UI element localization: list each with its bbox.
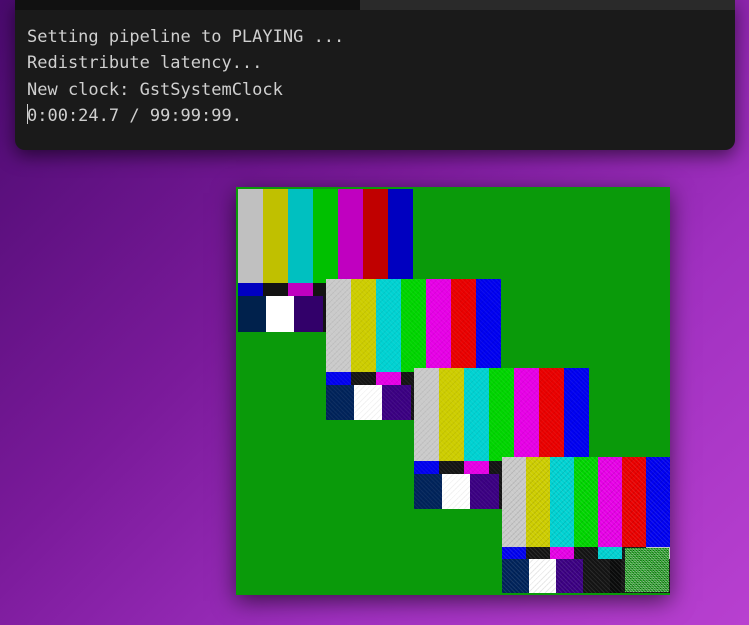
bar-white [414, 368, 439, 461]
bar-cyan [550, 457, 574, 547]
bbar-q [382, 385, 410, 420]
terminal-window[interactable]: Setting pipeline to PLAYING ... Redistri… [15, 0, 735, 150]
mbar-blue [414, 461, 439, 474]
bbar-i [326, 385, 354, 420]
mbar-black [439, 461, 464, 474]
bbar-i [238, 296, 266, 332]
bbar-q [294, 296, 322, 332]
bar-cyan [376, 279, 401, 372]
bar-yellow [526, 457, 550, 547]
mbar-black [263, 283, 288, 296]
bar-blue [476, 279, 501, 372]
terminal-titlebar [15, 0, 735, 10]
bbar-q [470, 474, 498, 509]
bar-yellow [263, 189, 288, 283]
terminal-output: Setting pipeline to PLAYING ... Redistri… [15, 10, 735, 141]
smpte-top-row [326, 279, 501, 372]
mbar-blue [502, 547, 526, 559]
video-output-window[interactable] [236, 187, 670, 595]
bar-green [489, 368, 514, 461]
bar-magenta [338, 189, 363, 283]
mbar-mag [550, 547, 574, 559]
noise-artifact-patch [625, 548, 669, 592]
titlebar-tab [15, 0, 360, 10]
bar-white [238, 189, 263, 283]
bar-green [313, 189, 338, 283]
bar-yellow [351, 279, 376, 372]
bar-magenta [426, 279, 451, 372]
terminal-line-2: Redistribute latency... [27, 53, 262, 73]
bar-red [622, 457, 646, 547]
bar-red [451, 279, 476, 372]
mbar-blue [238, 283, 263, 296]
mbar-black [526, 547, 550, 559]
bbar-q [556, 559, 583, 593]
bbar-white [354, 385, 382, 420]
mbar-mag [464, 461, 489, 474]
mbar-mag [376, 372, 401, 385]
bar-green [401, 279, 426, 372]
mbar-black [351, 372, 376, 385]
terminal-line-1: Setting pipeline to PLAYING ... [27, 27, 344, 47]
mbar-cyan [598, 547, 622, 559]
bbar-white [266, 296, 294, 332]
bar-yellow [439, 368, 464, 461]
bbar-i [414, 474, 442, 509]
bbar-i [502, 559, 529, 593]
bar-blue [564, 368, 589, 461]
bbar-white [529, 559, 556, 593]
titlebar-spacer [360, 0, 735, 10]
bar-blue [388, 189, 413, 283]
smpte-top-row [238, 189, 413, 283]
bar-cyan [288, 189, 313, 283]
bbar-black [583, 559, 610, 593]
smpte-top-row [502, 457, 670, 547]
bar-white [326, 279, 351, 372]
terminal-elapsed-time: 0:00:24.7 [27, 106, 119, 126]
bar-cyan [464, 368, 489, 461]
terminal-total-time: 99:99:99. [150, 106, 242, 126]
terminal-time-separator: / [119, 106, 150, 126]
bar-red [539, 368, 564, 461]
bar-magenta [598, 457, 622, 547]
terminal-line-3: New clock: GstSystemClock [27, 80, 283, 100]
smpte-top-row [414, 368, 589, 461]
mbar-mag [288, 283, 313, 296]
mbar-blue [326, 372, 351, 385]
bar-red [363, 189, 388, 283]
bbar-pluge-minus [610, 559, 621, 593]
bar-white [502, 457, 526, 547]
bbar-white [442, 474, 470, 509]
mbar-black [574, 547, 598, 559]
bar-magenta [514, 368, 539, 461]
bar-green [574, 457, 598, 547]
bar-blue [646, 457, 670, 547]
